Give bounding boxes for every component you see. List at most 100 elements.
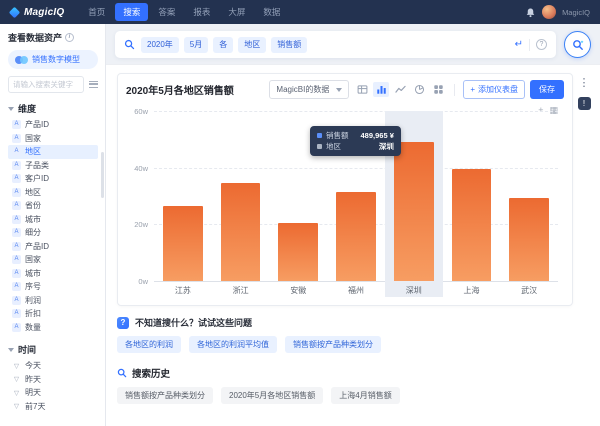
history-chip[interactable]: 2020年5月各地区销售额 [221, 387, 324, 404]
field-type-icon: A [12, 309, 21, 319]
history-chip[interactable]: 上海4月销售额 [331, 387, 400, 404]
field-type-icon: A [12, 268, 21, 278]
nav-item[interactable]: 报表 [185, 3, 218, 21]
nav-item[interactable]: 数据 [255, 3, 288, 21]
help-icon[interactable]: ? [536, 39, 547, 50]
time-label: 今天 [25, 361, 41, 371]
chart-column-江苏[interactable]: 江苏 [154, 111, 212, 297]
add-dashboard-button[interactable]: + 添加仪表盘 [463, 80, 525, 99]
nav-item[interactable]: 搜索 [115, 3, 149, 21]
sidebar-field-item[interactable]: A 产品ID [8, 240, 98, 254]
history-chip[interactable]: 销售额按产品种类划分 [117, 387, 213, 404]
dimension-section-label: 维度 [18, 104, 37, 114]
bar[interactable] [393, 142, 434, 281]
sidebar-field-item[interactable]: A 产品ID [8, 118, 98, 132]
chart-area: + ▦ 60w 40w 20w 0w 江苏 浙江 安徽 福州 深圳 上海 武汉 销售额 489,965… [134, 106, 558, 297]
filter-icon: ▽ [14, 362, 19, 370]
info-icon[interactable]: i [65, 33, 75, 42]
search-token[interactable]: 地区 [238, 36, 267, 53]
sidebar-field-item[interactable]: A 省份 [8, 199, 98, 213]
field-label: 利润 [25, 295, 41, 305]
ai-search-button[interactable] [564, 31, 591, 58]
sidebar-field-item[interactable]: A 地区 [8, 186, 98, 200]
bar[interactable] [278, 222, 319, 281]
suggestion-chip[interactable]: 各地区的利润平均值 [189, 336, 277, 353]
field-type-icon: A [12, 295, 21, 305]
bar[interactable] [509, 198, 550, 281]
sidebar-field-item[interactable]: A 客户ID [8, 172, 98, 186]
sidebar-field-item[interactable]: A 折扣 [8, 307, 98, 321]
sidebar-search-input[interactable] [8, 76, 84, 93]
app-body: 查看数据资产 i 销售数字模型 维度 A 产品ID [0, 24, 600, 426]
bar[interactable] [163, 205, 203, 281]
time-label: 昨天 [25, 374, 41, 384]
bar[interactable] [220, 183, 261, 281]
sidebar-time-item[interactable]: ▽ 明天 [8, 386, 98, 400]
line-chart-icon[interactable] [392, 82, 408, 97]
chart-column-安徽[interactable]: 安徽 [269, 111, 327, 297]
bar-chart-icon[interactable] [373, 82, 390, 97]
more-chart-types-icon[interactable] [430, 82, 446, 97]
time-list: ▽ 今天 ▽ 昨天 ▽ 明天 ▽ 前7天 [8, 359, 98, 413]
sidebar-time-item[interactable]: ▽ 今天 [8, 359, 98, 373]
sidebar-field-item[interactable]: A 细分 [8, 226, 98, 240]
sidebar-field-item[interactable]: A 城市 [8, 213, 98, 227]
search-token[interactable]: 销售额 [271, 36, 308, 53]
suggestion-chips: 各地区的利润 各地区的利润平均值 销售额按产品种类划分 [117, 336, 592, 353]
sidebar-time-item[interactable]: ▽ 昨天 [8, 373, 98, 387]
pie-chart-icon[interactable] [411, 82, 427, 97]
data-model-chip[interactable]: 销售数字模型 [8, 50, 98, 69]
nav-item[interactable]: 首页 [80, 3, 113, 21]
avatar[interactable] [542, 5, 557, 19]
bar[interactable] [336, 191, 376, 281]
field-type-icon: A [12, 160, 21, 170]
save-button[interactable]: 保存 [530, 80, 564, 99]
sidebar-search-row [8, 76, 98, 93]
x-axis-label: 安徽 [290, 286, 307, 295]
search-token[interactable]: 各 [213, 36, 234, 53]
sidebar-field-item[interactable]: A 地区 [8, 145, 98, 159]
y-tick-label: 60w [134, 107, 148, 116]
right-rail: ⋮ ! [576, 73, 592, 306]
field-label: 序号 [25, 282, 41, 292]
feedback-icon[interactable]: ! [577, 97, 591, 110]
history-row: 搜索历史 [117, 366, 592, 380]
sidebar-title-text: 查看数据资产 [8, 33, 63, 43]
sidebar-scrollbar[interactable] [101, 152, 104, 198]
sidebar-field-item[interactable]: A 国家 [8, 253, 98, 267]
time-section-header[interactable]: 时间 [8, 343, 98, 356]
datasource-select[interactable]: MagicBI的数据 [269, 80, 350, 99]
dimension-section-header[interactable]: 维度 [8, 102, 98, 115]
chart-column-福州[interactable]: 福州 [327, 111, 385, 297]
nav-item[interactable]: 答案 [150, 3, 183, 21]
field-label: 数量 [25, 322, 41, 332]
bell-icon[interactable] [525, 7, 536, 18]
field-label: 省份 [25, 201, 41, 211]
sidebar-time-item[interactable]: ▽ 前7天 [8, 400, 98, 414]
chart-column-浙江[interactable]: 浙江 [212, 111, 270, 297]
chart-column-深圳[interactable]: 深圳 [384, 111, 443, 297]
sidebar-field-item[interactable]: A 国家 [8, 132, 98, 146]
chart-column-武汉[interactable]: 武汉 [500, 111, 558, 297]
chart-column-上海[interactable]: 上海 [443, 111, 501, 297]
nav-item[interactable]: 大屏 [220, 3, 253, 21]
table-view-icon[interactable] [354, 82, 370, 97]
sidebar-field-item[interactable]: A 城市 [8, 267, 98, 281]
bar[interactable] [451, 168, 492, 281]
logo[interactable]: MagicIQ [8, 6, 64, 18]
more-menu-icon[interactable]: ⋮ [579, 78, 590, 89]
suggestion-chip[interactable]: 销售额按产品种类划分 [285, 336, 381, 353]
sidebar-field-item[interactable]: A 利润 [8, 294, 98, 308]
search-token[interactable]: 5月 [183, 36, 209, 53]
sidebar: 查看数据资产 i 销售数字模型 维度 A 产品ID [0, 24, 106, 426]
sidebar-field-item[interactable]: A 数量 [8, 321, 98, 335]
logo-icon [8, 6, 21, 18]
search-token[interactable]: 2020年 [141, 36, 179, 53]
suggestion-chip[interactable]: 各地区的利润 [117, 336, 181, 353]
search-tokens: 2020年 5月各地区 销售额 [141, 36, 509, 53]
enter-icon[interactable]: ↵ [515, 39, 523, 50]
field-list-settings-icon[interactable] [89, 81, 98, 88]
search-bar[interactable]: 2020年 5月各地区 销售额 ↵ ? [115, 31, 556, 58]
sidebar-field-item[interactable]: A 序号 [8, 280, 98, 294]
sidebar-field-item[interactable]: A 子品类 [8, 159, 98, 173]
